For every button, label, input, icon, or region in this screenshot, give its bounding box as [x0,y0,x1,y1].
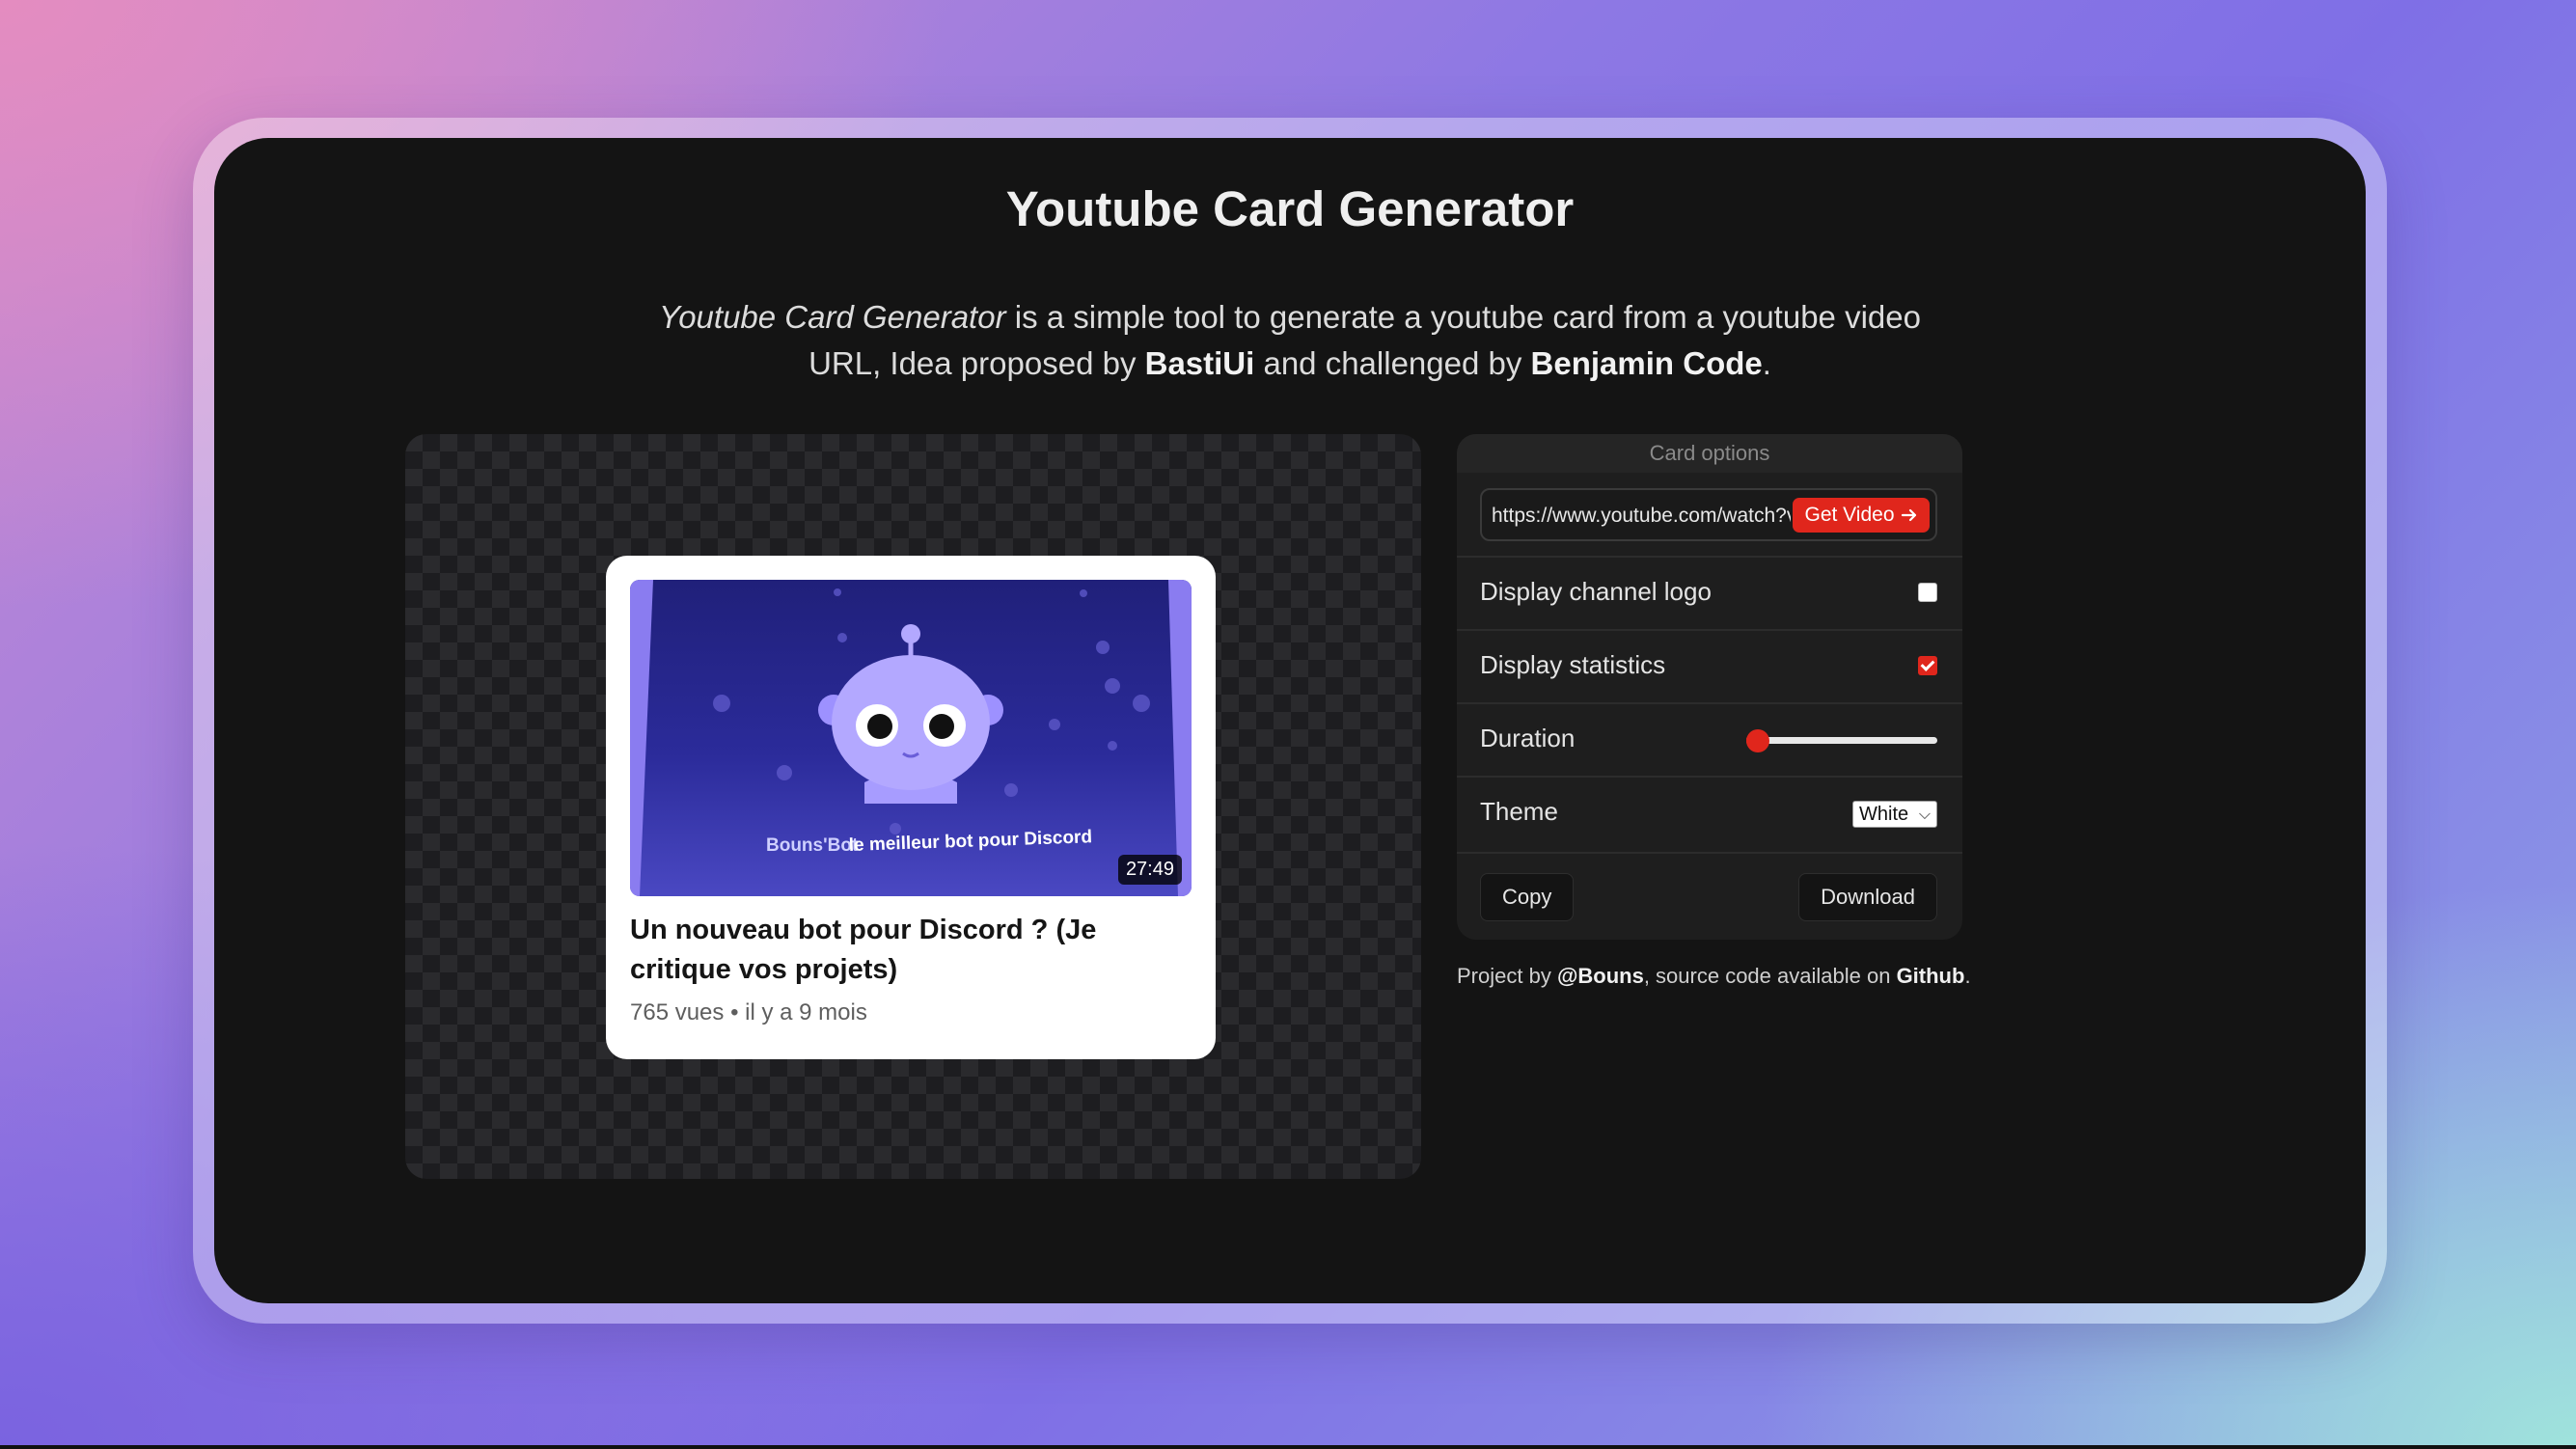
options-header: Card options [1457,434,1962,473]
page-title: Youtube Card Generator [1005,181,1575,236]
video-statistics: 765 vues • il y a 9 mois [630,999,867,1025]
author-link[interactable]: @Bouns [1557,964,1644,988]
option-display-channel-logo: Display channel logo [1457,556,1962,629]
duration-label: Duration [1480,724,1576,752]
github-link[interactable]: Github [1897,964,1965,988]
duration-slider-track[interactable] [1746,737,1937,744]
tool-name: Youtube Card Generator [659,299,1006,335]
card-options-panel: Card options Get Video Display channel l… [1457,434,1962,940]
display-statistics-label: Display statistics [1480,650,1666,679]
option-duration: Duration [1457,702,1962,776]
video-title: Un nouveau bot pour Discord ? (Je critiq… [630,915,1097,985]
arrow-right-icon [1901,508,1916,522]
bottom-edge [0,1445,2576,1449]
youtube-url-input[interactable] [1490,500,1793,533]
app-screen: Youtube Card Generator Youtube Card Gene… [214,138,2366,1303]
author-bastiui: BastiUi [1144,345,1255,381]
video-duration: 27:49 [1117,855,1182,885]
page-description: Youtube Card Generator is a simple tool … [659,299,1921,381]
download-button[interactable]: Download [1798,873,1937,921]
bot-illustration: Bouns'Bot le meilleur bot pour Discord [630,580,1192,896]
get-video-label: Get Video [1804,504,1895,526]
video-thumbnail: Bouns'Bot le meilleur bot pour Discord 2… [630,580,1192,896]
author-benjamin-code: Benjamin Code [1530,345,1763,381]
chevron-down-icon: ⌵ [1918,807,1931,823]
thumbnail-caption: le meilleur bot pour Discord [848,827,1092,856]
card-preview-area: Bouns'Bot le meilleur bot pour Discord 2… [405,434,1421,1179]
theme-select[interactable]: White ⌵ [1852,801,1937,828]
duration-slider-thumb[interactable] [1745,729,1769,752]
get-video-button[interactable]: Get Video [1793,498,1930,533]
action-buttons: Copy Download [1457,852,1962,940]
theme-label: Theme [1480,797,1558,826]
footer-credits: Project by @Bouns, source code available… [1457,964,1971,988]
display-channel-logo-label: Display channel logo [1480,577,1712,606]
display-channel-logo-checkbox[interactable] [1918,583,1937,602]
option-display-statistics: Display statistics [1457,629,1962,702]
display-statistics-checkbox[interactable] [1918,656,1937,675]
thumbnail-caption-prefix: Bouns'Bot [766,835,859,856]
option-theme: Theme White ⌵ [1457,776,1962,849]
theme-selected-value: White [1859,804,1909,825]
youtube-card: Bouns'Bot le meilleur bot pour Discord 2… [606,556,1216,1059]
url-field-wrapper: Get Video [1480,488,1937,541]
copy-button[interactable]: Copy [1480,873,1575,921]
